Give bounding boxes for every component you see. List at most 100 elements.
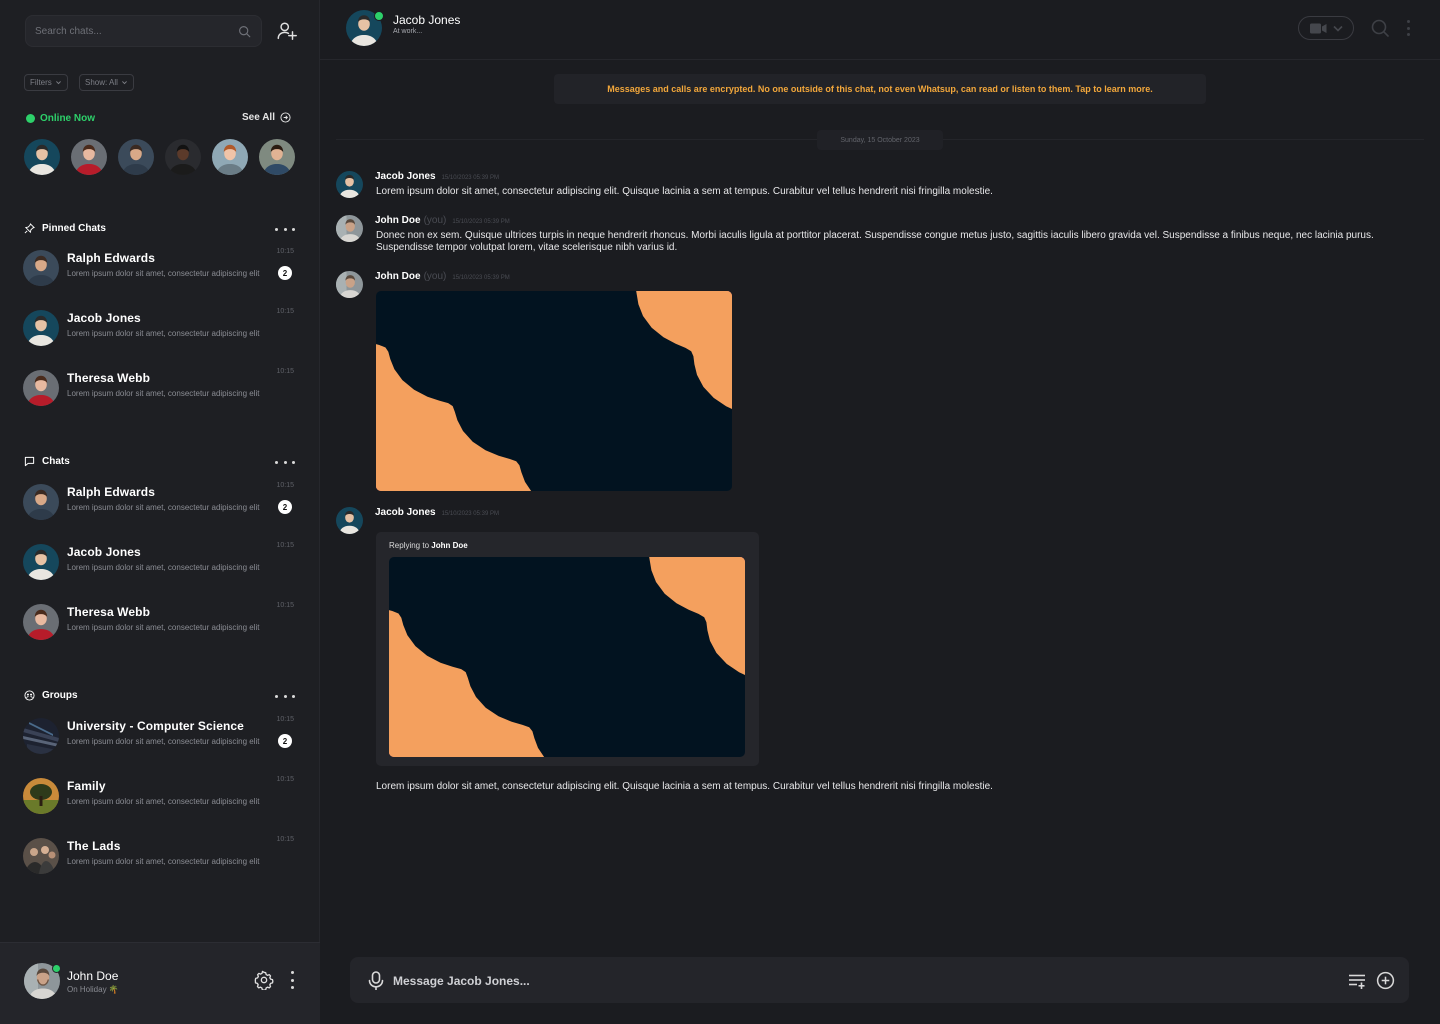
date-separator: Sunday, 15 October 2023 <box>817 130 943 150</box>
avatar-image <box>336 271 363 298</box>
chat-time: 10:15 <box>276 836 294 843</box>
online-user-avatar[interactable] <box>212 139 248 175</box>
chat-avatar <box>23 370 59 406</box>
chat-time: 10:15 <box>276 308 294 315</box>
message-time: 15/10/2023 05:39 PM <box>441 511 499 517</box>
avatar-image <box>23 484 59 520</box>
chat-name: Jacob Jones <box>67 311 141 325</box>
avatar-image <box>23 544 59 580</box>
chat-name: Jacob Jones <box>67 545 141 559</box>
chat-preview: Lorem ipsum dolor sit amet, consectetur … <box>67 329 260 338</box>
online-dot-icon <box>26 114 35 123</box>
message-time: 15/10/2023 05:39 PM <box>441 175 499 181</box>
avatar-image <box>24 139 60 175</box>
sender-avatar[interactable] <box>336 271 363 298</box>
online-user-avatar[interactable] <box>165 139 201 175</box>
arrow-circle-right-icon <box>280 112 291 123</box>
avatar-image <box>23 370 59 406</box>
chat-name: Theresa Webb <box>67 371 151 385</box>
show-dropdown[interactable]: Show: All <box>79 74 134 91</box>
chat-item[interactable]: Jacob Jones Lorem ipsum dolor sit amet, c… <box>23 308 298 356</box>
user-more-button[interactable] <box>289 971 295 989</box>
pinned-more-button[interactable] <box>275 226 295 232</box>
avatar-image <box>336 171 363 198</box>
reply-target: John Doe <box>431 541 468 550</box>
chat-time: 10:15 <box>276 776 294 783</box>
contact-status: At work... <box>393 28 423 35</box>
show-label: Show: All <box>85 78 118 87</box>
chat-item[interactable]: Theresa Webb Lorem ipsum dolor sit amet, … <box>23 368 298 416</box>
chat-item[interactable]: Theresa Webb Lorem ipsum dolor sit amet, … <box>23 602 298 650</box>
avatar-image <box>23 604 59 640</box>
filters-dropdown[interactable]: Filters <box>24 74 68 91</box>
chat-item[interactable]: Ralph Edwards Lorem ipsum dolor sit amet,… <box>23 482 298 530</box>
avatar-image <box>23 250 59 286</box>
chat-item[interactable]: Ralph Edwards Lorem ipsum dolor sit amet,… <box>23 248 298 296</box>
group-avatar <box>23 838 59 874</box>
chevron-down-icon <box>1332 25 1343 32</box>
group-avatar-image <box>23 838 59 874</box>
online-user-avatar[interactable] <box>24 139 60 175</box>
chat-preview: Lorem ipsum dolor sit amet, consectetur … <box>67 797 260 806</box>
message-input[interactable] <box>393 970 1293 992</box>
format-list-icon[interactable] <box>1348 972 1366 990</box>
avatar-image <box>71 139 107 175</box>
chat-name: Theresa Webb <box>67 605 151 619</box>
online-user-avatar[interactable] <box>71 139 107 175</box>
sender-avatar[interactable] <box>336 215 363 242</box>
quoted-image[interactable] <box>389 557 745 757</box>
search-input[interactable] <box>35 22 225 40</box>
add-attachment-icon[interactable] <box>1376 971 1395 990</box>
online-user-avatar[interactable] <box>259 139 295 175</box>
reply-quote[interactable]: Replying to John Doe <box>376 532 759 766</box>
conversation-more-button[interactable] <box>1406 20 1410 36</box>
search-icon[interactable] <box>1371 19 1389 37</box>
add-user-icon[interactable] <box>276 20 298 42</box>
reply-label: Replying to John Doe <box>389 541 468 550</box>
chat-name: Ralph Edwards <box>67 251 155 265</box>
online-user-avatar[interactable] <box>118 139 154 175</box>
chats-header: Chats <box>24 456 70 467</box>
search-bar <box>25 15 262 47</box>
chat-item[interactable]: Jacob Jones Lorem ipsum dolor sit amet, c… <box>23 542 298 590</box>
author-name: Jacob Jones <box>375 507 436 518</box>
chat-avatar <box>23 310 59 346</box>
chat-name: The Lads <box>67 839 121 853</box>
sidebar: Filters Show: All Online Now See All Pin… <box>0 0 320 1024</box>
message-image[interactable] <box>376 291 732 491</box>
encryption-notice[interactable]: Messages and calls are encrypted. No one… <box>554 74 1206 104</box>
current-user-name: John Doe <box>67 969 119 983</box>
group-avatar-image <box>23 778 59 814</box>
see-all-button[interactable]: See All <box>242 112 291 123</box>
chat-preview: Lorem ipsum dolor sit amet, consectetur … <box>67 389 260 398</box>
group-item[interactable]: Family Lorem ipsum dolor sit amet, consec… <box>23 776 298 824</box>
sender-avatar[interactable] <box>336 171 363 198</box>
chat-time: 10:15 <box>276 482 294 489</box>
chat-preview: Lorem ipsum dolor sit amet, consectetur … <box>67 503 260 512</box>
avatar-image <box>212 139 248 175</box>
chat-name: University - Computer Science <box>67 719 244 733</box>
chat-name: Family <box>67 779 106 793</box>
microphone-icon[interactable] <box>367 971 385 991</box>
author-name: John Doe <box>375 271 421 282</box>
message-author: John Doe (you) 15/10/2023 05:39 PM <box>375 271 510 282</box>
chat-name: Ralph Edwards <box>67 485 155 499</box>
contact-name: Jacob Jones <box>393 13 461 27</box>
chat-time: 10:15 <box>276 368 294 375</box>
group-item[interactable]: The Lads Lorem ipsum dolor sit amet, cons… <box>23 836 298 884</box>
group-item[interactable]: University - Computer Science Lorem ipsum… <box>23 716 298 764</box>
video-call-button[interactable] <box>1298 16 1354 40</box>
conversation-panel: Jacob Jones At work... Messages and call… <box>320 0 1440 1024</box>
groups-more-button[interactable] <box>275 693 295 699</box>
you-tag: (you) <box>423 271 447 282</box>
sender-avatar[interactable] <box>336 507 363 534</box>
groups-title: Groups <box>42 690 78 701</box>
settings-gear-icon[interactable] <box>254 970 274 990</box>
chats-more-button[interactable] <box>275 459 295 465</box>
chat-preview: Lorem ipsum dolor sit amet, consectetur … <box>67 563 260 572</box>
unread-badge: 2 <box>278 734 292 748</box>
chat-time: 10:15 <box>276 542 294 549</box>
search-icon[interactable] <box>238 25 251 38</box>
message-author: John Doe (you) 15/10/2023 05:39 PM <box>375 215 510 226</box>
online-now-header: Online Now <box>26 113 95 124</box>
